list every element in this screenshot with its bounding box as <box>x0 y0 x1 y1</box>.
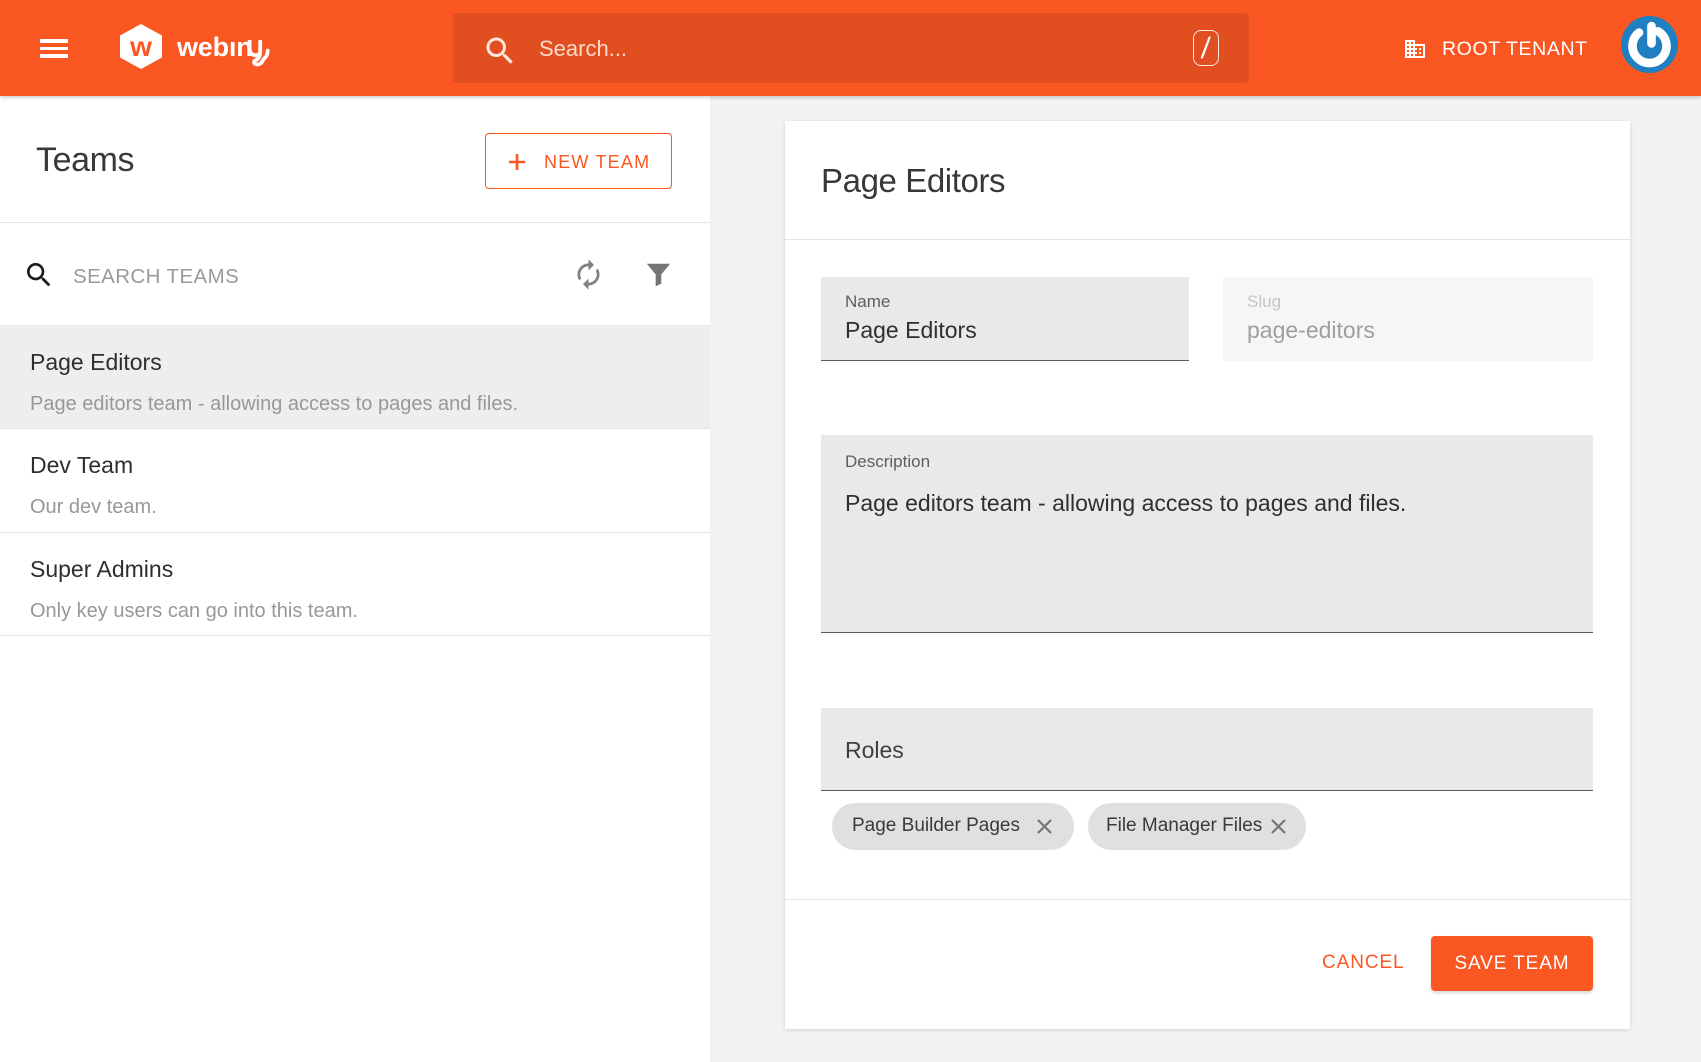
svg-text:w: w <box>129 31 152 62</box>
